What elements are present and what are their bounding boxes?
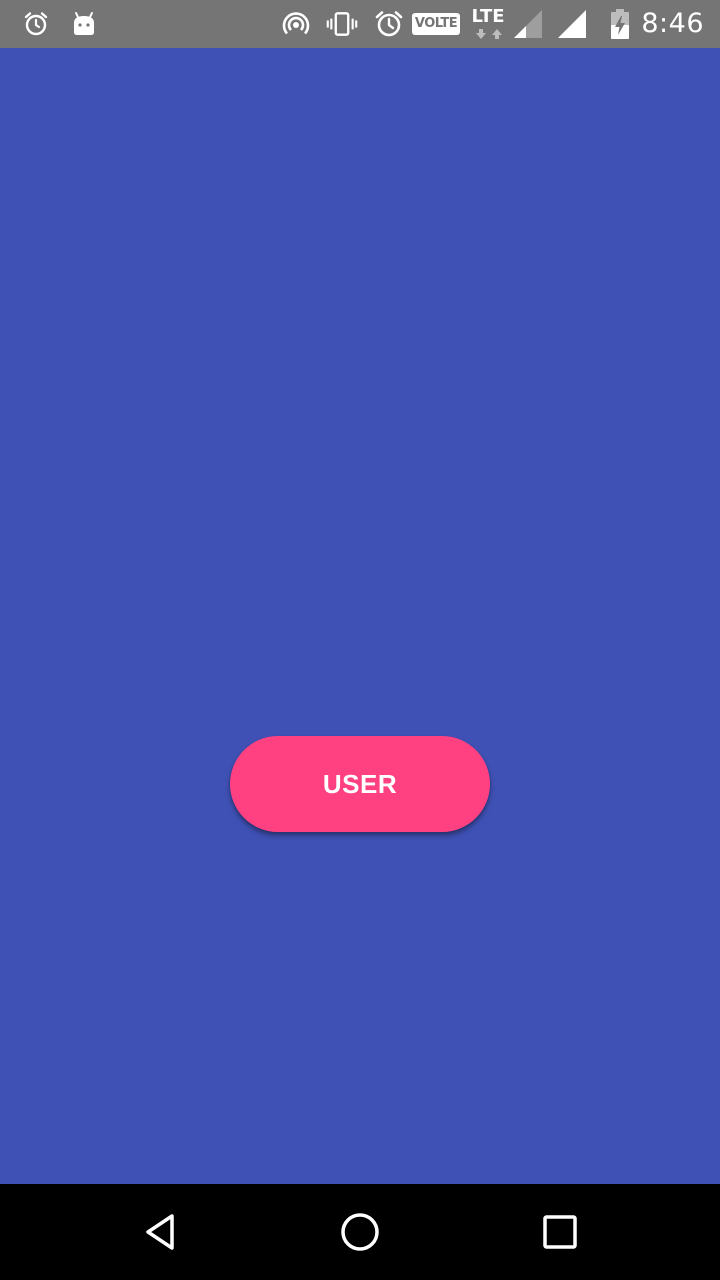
hotspot-icon (280, 8, 312, 40)
user-button[interactable]: USER (230, 736, 490, 832)
alarm-icon (373, 8, 405, 40)
signal-full-icon (556, 8, 588, 40)
main-content: USER (0, 48, 720, 1184)
home-icon[interactable] (336, 1208, 384, 1256)
lte-indicator: LTE (468, 6, 508, 42)
android-icon (68, 8, 100, 40)
data-activity-icon (476, 29, 502, 39)
volte-badge: VOLTE (412, 13, 460, 35)
status-clock: 8:46 (641, 8, 704, 39)
screen: VOLTE LTE 8:46 USER (0, 0, 720, 1280)
vibrate-icon (326, 8, 358, 40)
alarm-clock-icon (20, 8, 52, 40)
navigation-bar (0, 1184, 720, 1280)
battery-charging-icon (604, 8, 636, 40)
back-icon[interactable] (136, 1208, 184, 1256)
recents-icon[interactable] (536, 1208, 584, 1256)
signal-icon (512, 8, 544, 40)
status-bar: VOLTE LTE 8:46 (0, 0, 720, 48)
lte-label: LTE (471, 6, 505, 27)
